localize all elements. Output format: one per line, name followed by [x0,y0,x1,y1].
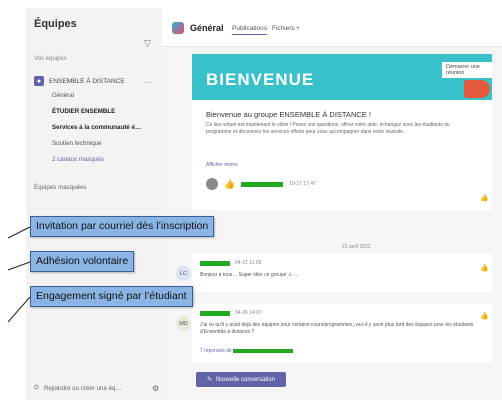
callout-adhesion: Adhésion volontaire [30,251,135,272]
callout-engagement: Engagement signé par l’étudiant [30,286,193,307]
callout-invitation: Invitation par courriel dès l’inscriptio… [30,216,215,237]
callout-connectors [7,226,31,323]
teams-screenshot: Équipes ▽ Vos équipes ● ENSEMBLE À DISTA… [0,0,502,406]
